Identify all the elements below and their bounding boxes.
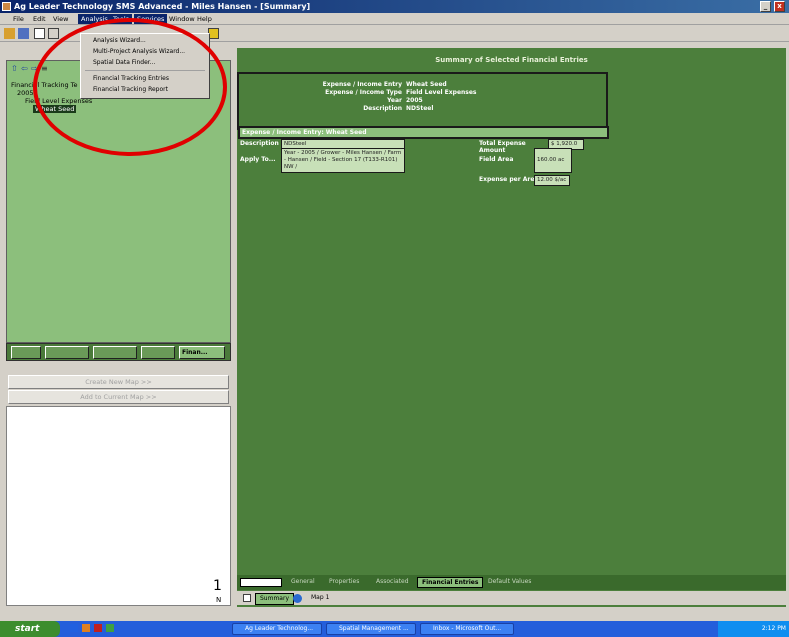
tab-associated[interactable]: Associated — [372, 577, 413, 588]
expense-per-area-value: 12.00 $/ac — [534, 175, 570, 186]
tab-tree-2[interactable] — [45, 346, 89, 359]
tab-tree-3[interactable] — [93, 346, 137, 359]
quicklaunch-icon[interactable] — [94, 624, 102, 632]
menu-item-multi-project-wizard[interactable]: Multi-Project Analysis Wizard... — [93, 47, 185, 57]
edit-icon[interactable] — [18, 28, 29, 39]
left-bottom-pane — [6, 406, 231, 606]
menu-item-financial-entries[interactable]: Financial Tracking Entries — [93, 74, 169, 84]
start-button[interactable]: start — [0, 621, 60, 637]
task-inbox[interactable]: Inbox - Microsoft Out... — [420, 623, 514, 635]
menu-edit[interactable]: Edit — [30, 14, 49, 24]
layout-icon[interactable] — [48, 28, 59, 39]
tree-panel: ⇧ ⇦ ⇨ ≡ Financial Tracking Te 2005 Field… — [6, 60, 231, 343]
taskbar: Ag Leader Technolog... Spatial Managemen… — [0, 621, 789, 637]
analysis-menu: Analysis Wizard... Multi-Project Analysi… — [80, 33, 210, 99]
tab-summary[interactable]: Summary — [255, 593, 294, 605]
tab-map-1[interactable]: Map 1 — [307, 593, 333, 603]
tree-root[interactable]: Financial Tracking Te — [11, 81, 78, 89]
value-type: Field Level Expenses — [406, 89, 477, 96]
arrow-right-icon[interactable]: ⇨ — [31, 64, 38, 73]
menu-tools[interactable]: Tools — [110, 14, 133, 24]
globe-icon — [293, 594, 302, 603]
close-button[interactable]: x — [774, 1, 785, 12]
page-indicator: 1 — [213, 578, 222, 594]
label-description: Description — [363, 105, 402, 112]
tab-properties[interactable]: Properties — [325, 577, 363, 588]
tab-general[interactable]: General — [287, 577, 319, 588]
tree-year[interactable]: 2005 — [17, 89, 34, 97]
value-entry: Wheat Seed — [406, 81, 447, 88]
create-new-map-button[interactable]: Create New Map >> — [8, 375, 229, 389]
window-title: Ag Leader Technology SMS Advanced - Mile… — [14, 2, 311, 11]
arrow-left-icon[interactable]: ⇦ — [21, 64, 28, 73]
title-bar: Ag Leader Technology SMS Advanced - Mile… — [0, 0, 789, 13]
minimize-button[interactable]: _ — [760, 1, 771, 12]
arrow-up-icon[interactable]: ⇧ — [11, 64, 18, 73]
section-header: Expense / Income Entry: Wheat Seed — [238, 126, 609, 139]
clock: 2:12 PM — [761, 625, 786, 632]
summary-icon — [243, 594, 251, 602]
menu-item-analysis-wizard[interactable]: Analysis Wizard... — [93, 36, 146, 46]
menu-item-financial-report[interactable]: Financial Tracking Report — [93, 85, 168, 95]
field-area-value: 160.00 ac — [534, 148, 572, 173]
quicklaunch-icon[interactable] — [82, 624, 90, 632]
tab-financial-entries[interactable]: Financial Entries — [417, 577, 484, 588]
filter-icon[interactable]: ≡ — [41, 64, 48, 73]
add-to-current-map-button[interactable]: Add to Current Map >> — [8, 390, 229, 404]
left-panel-tabs: Finan... — [6, 343, 231, 361]
value-year: 2005 — [406, 97, 423, 104]
label-type: Expense / Income Type — [325, 89, 402, 96]
task-ag-leader[interactable]: Ag Leader Technolog... — [232, 623, 322, 635]
tab-default-values[interactable]: Default Values — [484, 577, 535, 588]
tree-toolbar: ⇧ ⇦ ⇨ ≡ — [11, 64, 61, 74]
tab-tree-4[interactable] — [141, 346, 175, 359]
menu-analysis[interactable]: Analysis — [78, 14, 111, 24]
tree-selected-item[interactable]: Wheat Seed — [33, 105, 77, 113]
apply-to-label: Apply To... — [238, 155, 280, 164]
tab-navigation-arrows[interactable] — [240, 578, 282, 587]
menu-file[interactable]: File — [10, 14, 27, 24]
quick-launch — [70, 624, 150, 634]
menu-item-spatial-data-finder[interactable]: Spatial Data Finder... — [93, 58, 155, 68]
menu-window[interactable]: Window — [166, 14, 198, 24]
view-tabs: Summary Map 1 — [237, 591, 786, 605]
menu-view[interactable]: View — [50, 14, 71, 24]
quicklaunch-icon[interactable] — [106, 624, 114, 632]
page-letter: N — [216, 596, 222, 604]
value-description: NDSteel — [406, 105, 434, 112]
label-year: Year — [387, 97, 402, 104]
tab-financial[interactable]: Finan... — [179, 346, 225, 359]
summary-title: Summary of Selected Financial Entries — [435, 56, 588, 64]
menu-bar: File Edit View Analysis Tools Services W… — [0, 13, 789, 25]
apply-to-value: Year - 2005 / Grower - Miles Hansen / Fa… — [281, 148, 405, 173]
detail-tabs: General Properties Associated Financial … — [237, 575, 786, 590]
tab-tree-1[interactable] — [11, 346, 41, 359]
menu-help[interactable]: Help — [194, 14, 215, 24]
menu-separator — [85, 70, 205, 71]
map-buttons: Create New Map >> Add to Current Map >> — [6, 370, 231, 406]
task-spatial-management[interactable]: Spatial Management ... — [326, 623, 416, 635]
app-icon — [2, 2, 11, 11]
label-entry: Expense / Income Entry — [322, 81, 402, 88]
system-tray: 2:12 PM — [718, 621, 789, 637]
quicklaunch-icon[interactable] — [70, 624, 78, 632]
description-label: Description — [238, 139, 280, 148]
menu-services[interactable]: Services — [134, 14, 168, 24]
open-icon[interactable] — [4, 28, 15, 39]
new-icon[interactable] — [34, 28, 45, 39]
